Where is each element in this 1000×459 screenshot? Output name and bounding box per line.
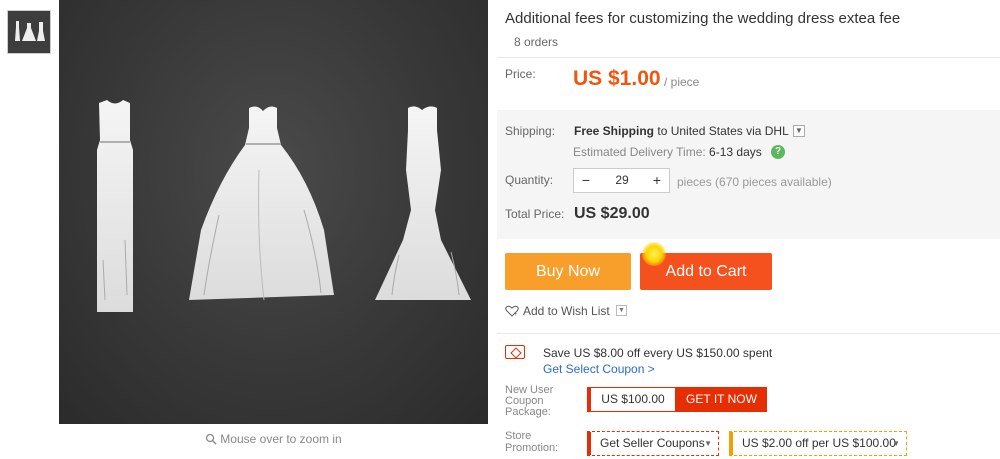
- help-icon[interactable]: ?: [771, 145, 785, 159]
- price-value: US $1.00: [573, 67, 661, 90]
- shipping-destination: United States via DHL: [670, 124, 789, 138]
- get-it-now-button[interactable]: GET IT NOW: [676, 387, 767, 412]
- coupon-save-text: Save US $8.00 off every US $150.00 spent: [543, 346, 773, 360]
- free-shipping-text: Free Shipping: [574, 124, 655, 138]
- divider: [497, 57, 1000, 58]
- shipping-label: Shipping:: [505, 124, 556, 138]
- estimated-delivery-label: Estimated Delivery Time:: [573, 145, 706, 159]
- chevron-down-icon: ▼: [892, 439, 900, 448]
- heart-icon: +: [505, 305, 519, 317]
- store-promotion-offer: US $2.00 off per US $100.00: [742, 436, 896, 450]
- quantity-stepper: − 29 +: [573, 168, 670, 193]
- estimated-delivery: Estimated Delivery Time: 6-13 days: [573, 145, 762, 159]
- total-price-label: Total Price:: [505, 207, 565, 221]
- product-title: Additional fees for customizing the wedd…: [505, 10, 901, 27]
- seller-coupons-label: Get Seller Coupons: [600, 436, 705, 450]
- quantity-label: Quantity:: [505, 173, 554, 187]
- zoom-hint: Mouse over to zoom in: [59, 432, 488, 446]
- sparkle-icon: [642, 242, 666, 266]
- shipping-dropdown-icon[interactable]: ▼: [793, 125, 805, 137]
- dress-ballgown: [189, 106, 334, 301]
- total-price-value: US $29.00: [574, 205, 650, 222]
- quantity-decrease-button[interactable]: −: [574, 169, 598, 192]
- dress-sheath: [97, 100, 133, 312]
- shipping-info[interactable]: Free Shipping to United States via DHL: [574, 124, 789, 138]
- order-count: 8 orders: [514, 35, 559, 49]
- svg-text:+: +: [514, 312, 518, 317]
- zoom-hint-text: Mouse over to zoom in: [220, 432, 342, 446]
- estimated-delivery-days: 6-13 days: [709, 145, 762, 159]
- quantity-availability: pieces (670 pieces available): [677, 175, 832, 189]
- chevron-down-icon: ▼: [704, 439, 712, 448]
- wish-list-label: Add to Wish List: [523, 304, 610, 318]
- price-unit: / piece: [664, 75, 700, 89]
- new-user-coupon-amount: US $100.00: [587, 387, 676, 412]
- dress-mermaid: [375, 106, 471, 301]
- wish-list-dropdown-icon[interactable]: ▼: [616, 305, 627, 316]
- quantity-input[interactable]: 29: [598, 169, 646, 192]
- shipping-to-text: to: [657, 124, 668, 138]
- get-select-coupon-link[interactable]: Get Select Coupon >: [543, 362, 655, 376]
- store-promotion-label: Store Promotion:: [505, 430, 559, 454]
- divider: [497, 333, 1000, 334]
- new-user-coupon-label: New User Coupon Package:: [505, 384, 554, 418]
- price-label: Price:: [505, 67, 536, 81]
- add-to-wish-list[interactable]: + Add to Wish List: [505, 304, 610, 318]
- coupon-icon: [505, 345, 525, 359]
- quantity-increase-button[interactable]: +: [645, 169, 669, 192]
- get-seller-coupons-dropdown[interactable]: Get Seller Coupons ▼: [587, 431, 719, 456]
- main-product-image[interactable]: [59, 0, 488, 424]
- thumbnail-image[interactable]: [7, 10, 51, 54]
- buy-now-button[interactable]: Buy Now: [505, 253, 631, 290]
- magnifier-icon: [206, 433, 217, 445]
- product-page: Mouse over to zoom in Additional fees fo…: [0, 0, 1000, 459]
- store-promotion-dropdown[interactable]: US $2.00 off per US $100.00 ▼: [729, 431, 907, 456]
